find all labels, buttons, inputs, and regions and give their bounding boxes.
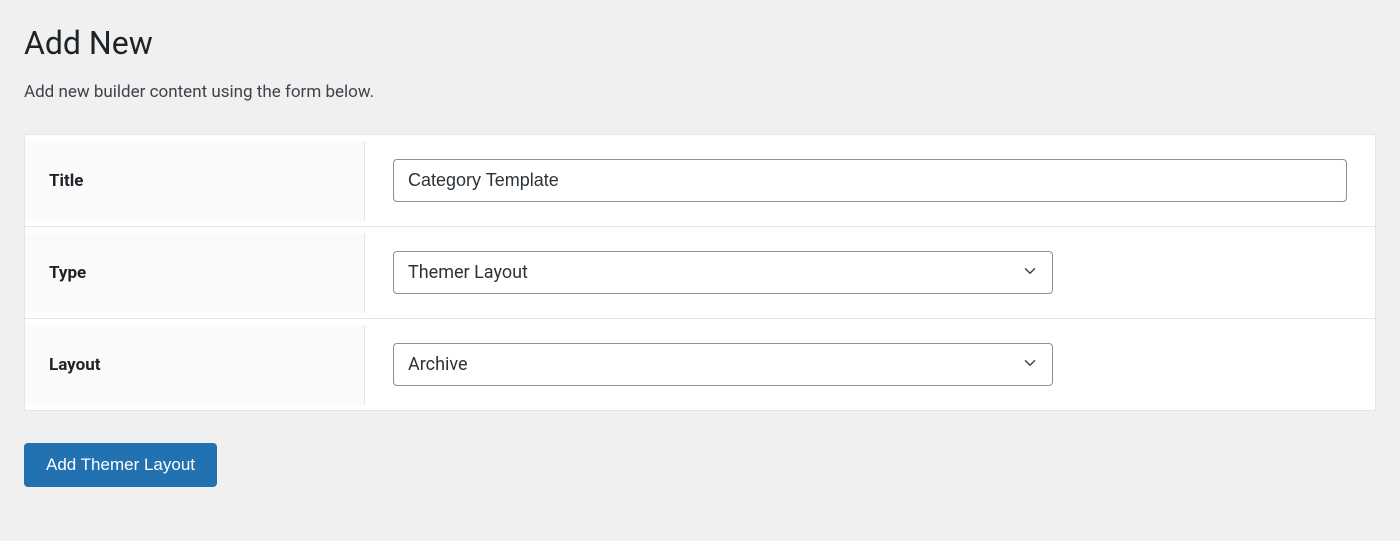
form-row-type: Type Themer Layout	[25, 227, 1375, 319]
add-themer-layout-button[interactable]: Add Themer Layout	[24, 443, 217, 487]
page-title: Add New	[24, 24, 1376, 62]
form-row-title: Title	[25, 135, 1375, 227]
form-row-layout: Layout Archive	[25, 319, 1375, 410]
layout-select[interactable]: Archive	[393, 343, 1053, 386]
form-table: Title Type Themer Layout Layout Archive	[24, 134, 1376, 411]
title-label: Title	[25, 141, 365, 221]
title-input[interactable]	[393, 159, 1347, 202]
type-select[interactable]: Themer Layout	[393, 251, 1053, 294]
layout-label: Layout	[25, 325, 365, 405]
type-label: Type	[25, 233, 365, 313]
page-description: Add new builder content using the form b…	[24, 82, 1376, 102]
